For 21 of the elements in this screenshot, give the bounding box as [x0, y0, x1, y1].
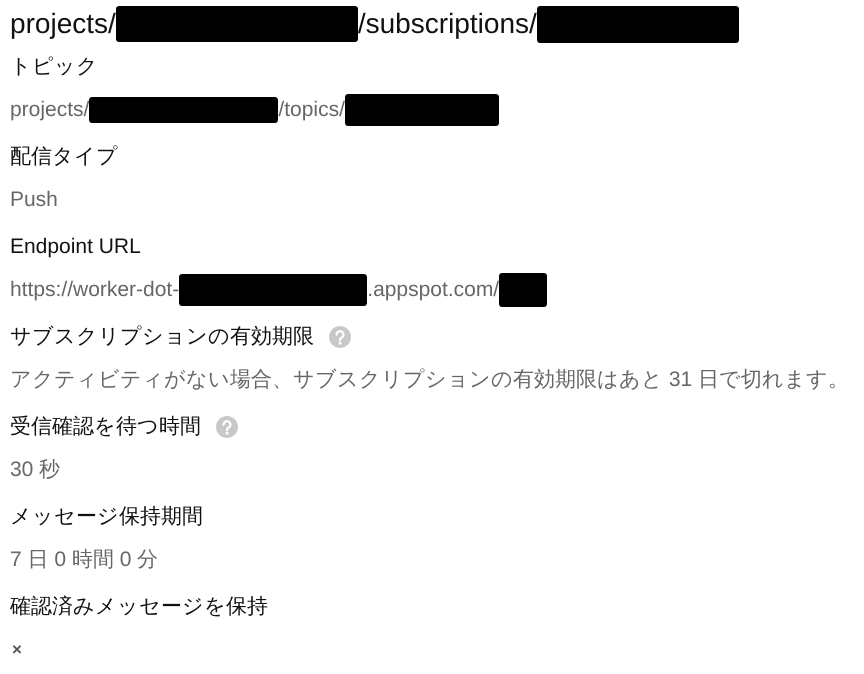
cross-mark: × [12, 639, 22, 662]
field-value: 7 日 0 時間 0 分 [10, 547, 158, 574]
field-value: https://worker-dot- [10, 277, 180, 304]
field-label: Endpoint URL [10, 234, 141, 260]
page-title: projects/ [10, 7, 116, 41]
field-value: .appspot.com/ [367, 277, 500, 304]
field-value: /topics/ [278, 97, 345, 124]
field-label: 確認済みメッセージを保持 [10, 594, 268, 620]
redaction-block [499, 273, 548, 307]
field-value: 30 秒 [10, 457, 60, 484]
field-label: メッセージ保持期間 [10, 504, 203, 530]
field-value: Push [10, 187, 58, 214]
page-title: /subscriptions/ [358, 7, 537, 41]
field-label: 配信タイプ [10, 144, 118, 170]
help-icon[interactable] [329, 326, 351, 348]
field-label: サブスクリプションの有効期限 [10, 324, 314, 350]
field-value: projects/ [10, 97, 90, 124]
field-label: トピック [10, 54, 98, 80]
field-value: アクティビティがない場合、サブスクリプションの有効期限はあと 31 日で切れます。 [10, 367, 850, 394]
field-label: 受信確認を待つ時間 [10, 414, 201, 440]
help-icon[interactable] [216, 416, 238, 438]
